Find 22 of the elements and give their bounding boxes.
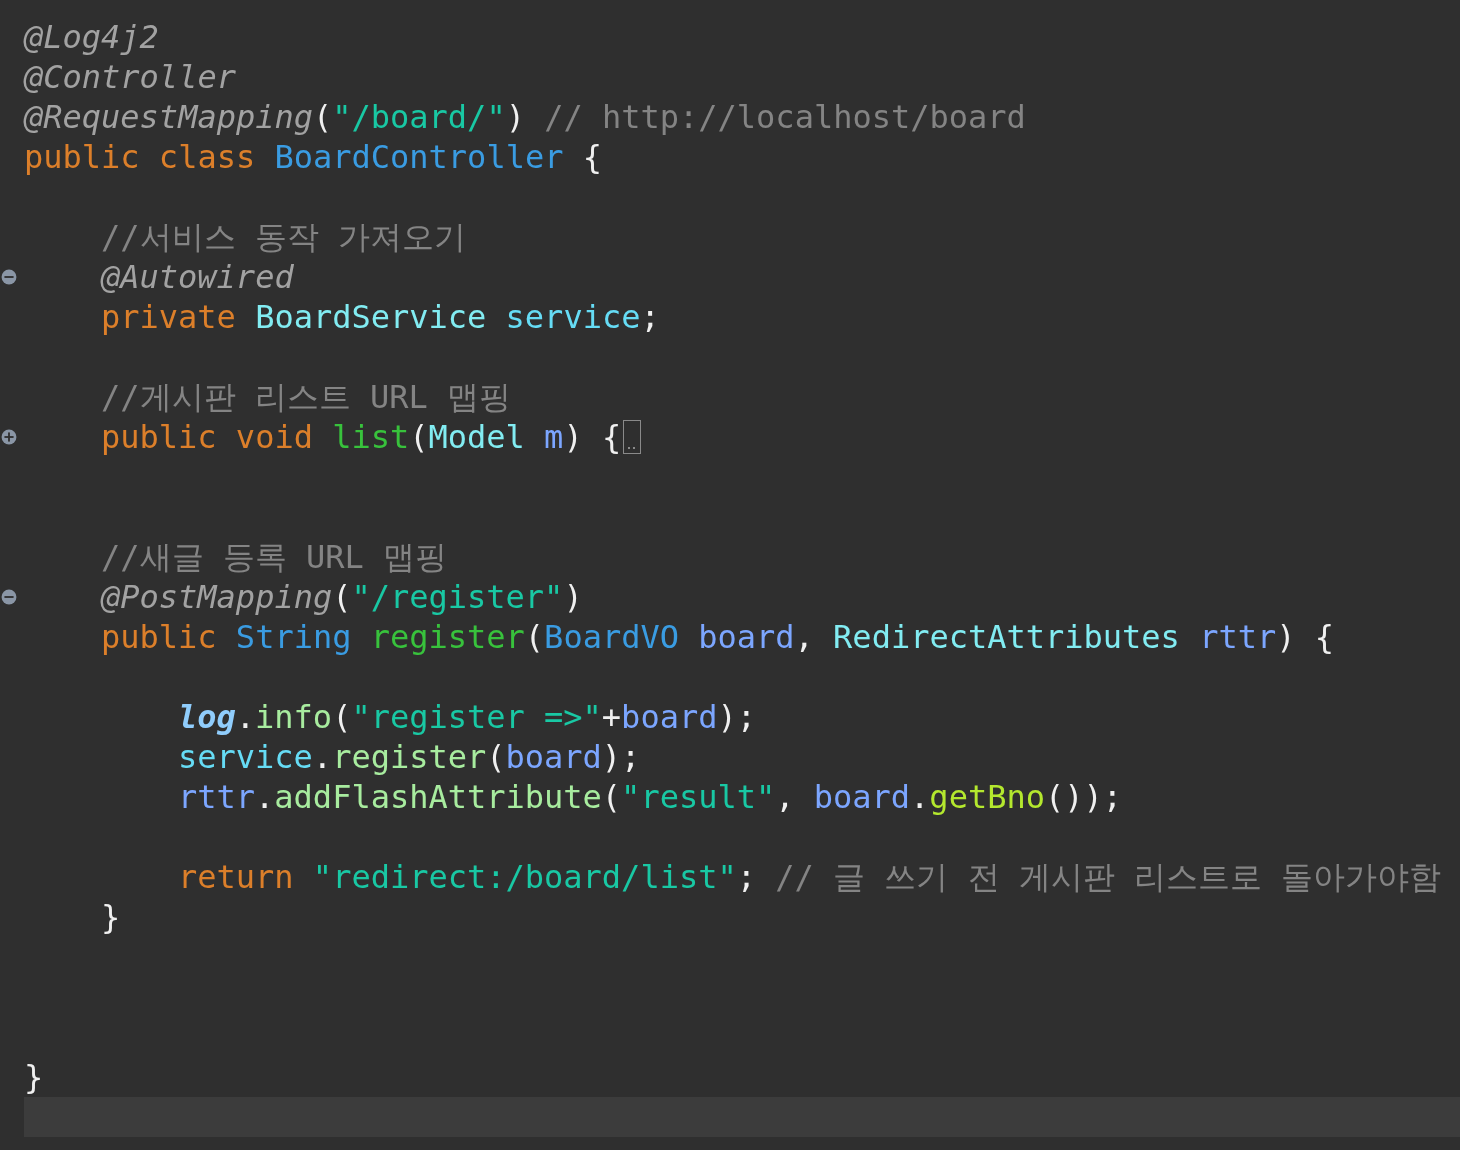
folded-code-icon[interactable] xyxy=(623,420,642,454)
code-line: service.register(board); xyxy=(177,737,641,777)
code-line: @Controller xyxy=(24,57,236,97)
collapse-icon[interactable] xyxy=(1,269,17,285)
code-line: //새글 등록 URL 맵핑 xyxy=(100,537,448,577)
code-line: rttr.addFlashAttribute("result", board.getBno()); xyxy=(177,777,1122,817)
code-line: return "redirect:/board/list"; // 글 쓰기 전 게시판 리스트로 돌아가야함 xyxy=(177,857,1442,897)
code-line: } xyxy=(100,897,121,937)
code-line: @Autowired xyxy=(99,257,294,297)
code-line: //서비스 동작 가져오기 xyxy=(100,217,467,257)
code-line: private BoardService service; xyxy=(100,297,660,337)
code-line: public String register(BoardVO board, RedirectAttributes rttr) { xyxy=(100,617,1334,657)
code-line: public class BoardController { xyxy=(24,137,602,177)
code-line: @RequestMapping("/board/") // http://localhost/board xyxy=(24,97,1026,137)
code-line: log.info("register =>"+board); xyxy=(177,697,756,737)
code-line: @PostMapping("/register") xyxy=(99,577,583,617)
code-line: //게시판 리스트 URL 맵핑 xyxy=(100,377,512,417)
code-line: } xyxy=(24,1057,44,1097)
code-line: @Log4j2 xyxy=(24,17,159,57)
expand-icon[interactable] xyxy=(1,429,17,445)
collapse-icon[interactable] xyxy=(1,589,17,605)
code-line: public void list(Model m) { xyxy=(100,417,622,457)
